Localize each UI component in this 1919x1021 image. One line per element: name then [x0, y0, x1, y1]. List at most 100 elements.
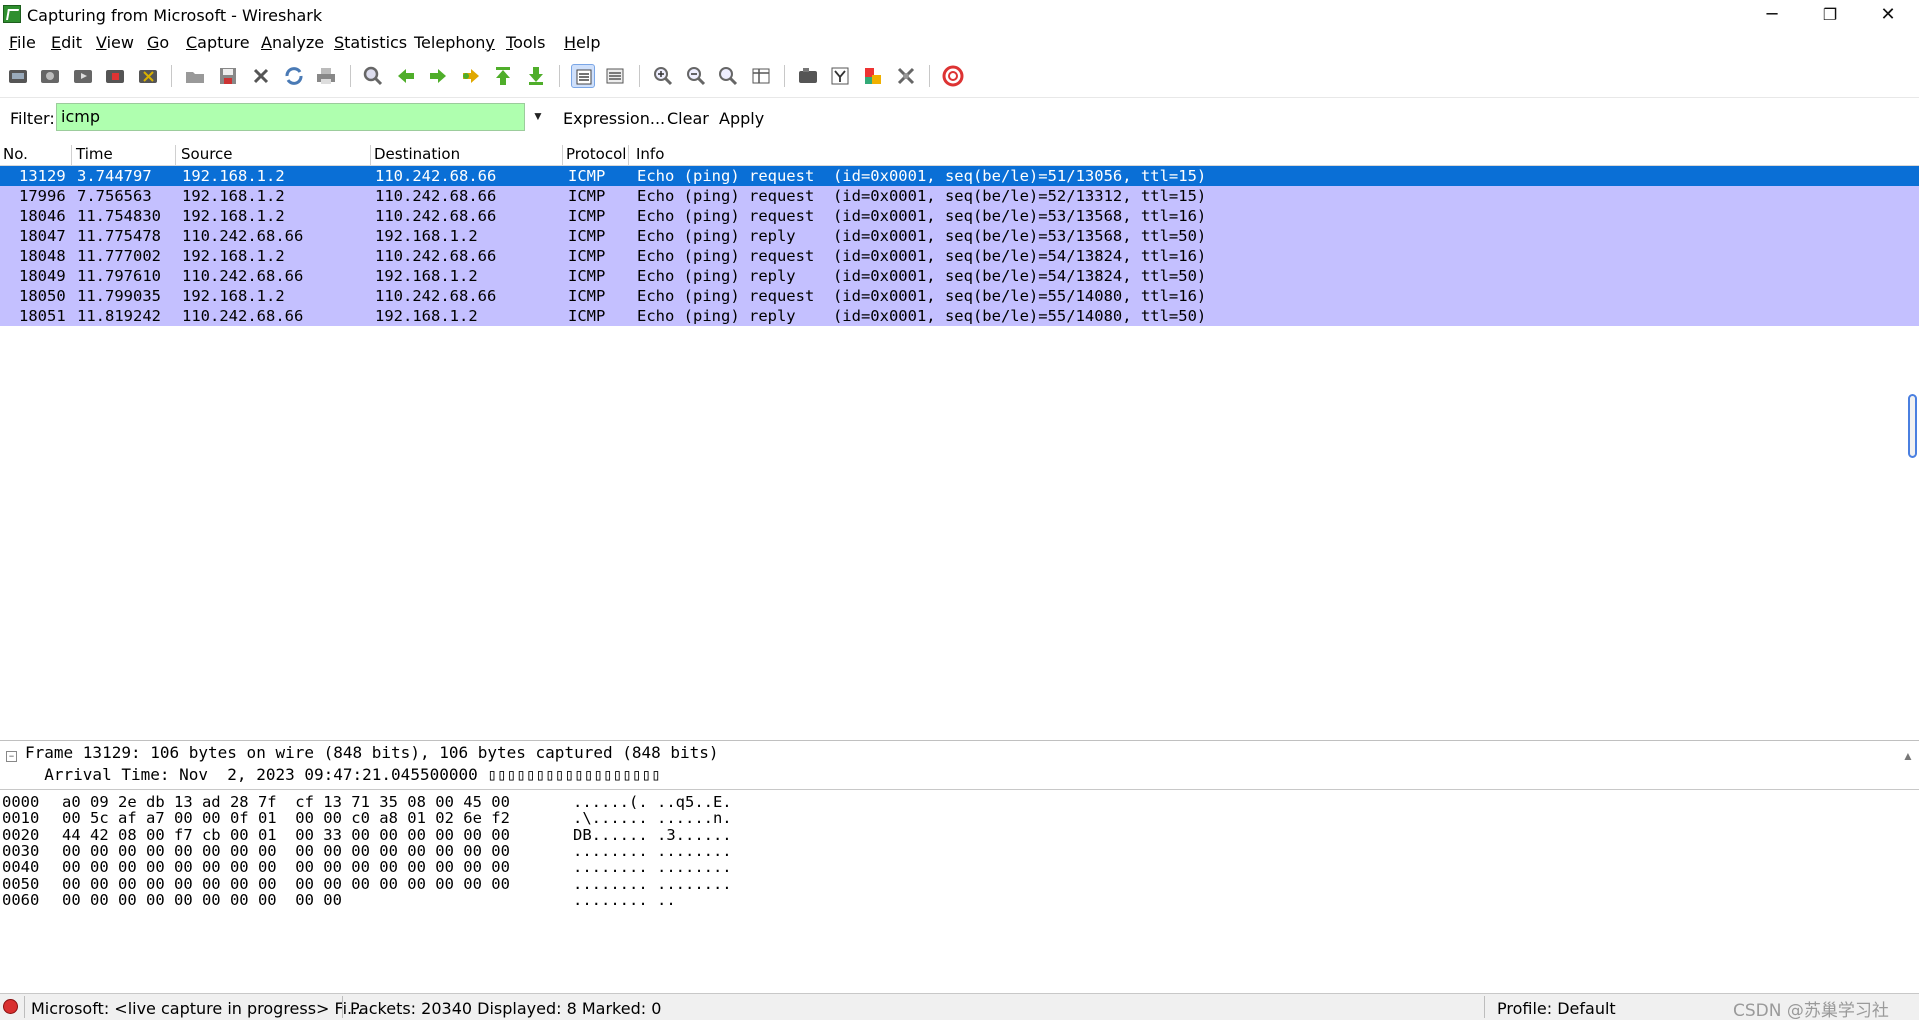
- minimize-button[interactable]: ─: [1743, 0, 1801, 29]
- menu-tools[interactable]: Tools: [506, 33, 545, 52]
- capture-filters-icon[interactable]: [796, 64, 820, 88]
- cell-destination: 110.242.68.66: [375, 287, 497, 305]
- status-divider: [342, 996, 343, 1018]
- expert-info-status-icon[interactable]: [3, 999, 18, 1014]
- packet-row[interactable]: 18051 11.819242 110.242.68.66 192.168.1.2 IC…: [0, 306, 1919, 326]
- column-header-no[interactable]: No.: [3, 145, 72, 165]
- hex-offset[interactable]: 0050: [2, 875, 39, 893]
- packet-row[interactable]: 18049 11.797610 110.242.68.66 192.168.1.2 IC…: [0, 266, 1919, 286]
- help-icon[interactable]: [941, 64, 965, 88]
- restart-capture-icon[interactable]: [136, 64, 160, 88]
- column-header-protocol[interactable]: Protocol: [566, 145, 629, 165]
- hex-offset[interactable]: 0030: [2, 842, 39, 860]
- hex-offset[interactable]: 0060: [2, 891, 39, 909]
- hex-bytes[interactable]: 44 42 08 00 f7 cb 00 01 00 33 00 00 00 0…: [62, 826, 510, 844]
- cell-info: Echo (ping) request (id=0x0001, seq(be/l…: [637, 247, 1207, 265]
- expression-button[interactable]: Expression...: [563, 109, 665, 128]
- colorize-icon[interactable]: [571, 64, 595, 88]
- hex-bytes[interactable]: 00 00 00 00 00 00 00 00 00 00 00 00 00 0…: [62, 875, 510, 893]
- column-header-info[interactable]: Info: [636, 145, 836, 165]
- interfaces-icon[interactable]: [6, 64, 30, 88]
- go-to-packet-icon[interactable]: [459, 64, 483, 88]
- zoom-in-icon[interactable]: [651, 64, 675, 88]
- packet-row[interactable]: 18048 11.777002 192.168.1.2 110.242.68.66 IC…: [0, 246, 1919, 266]
- cell-protocol: ICMP: [568, 247, 606, 265]
- packet-list[interactable]: 13129 3.744797 192.168.1.2 110.242.68.66 ICM…: [0, 166, 1919, 739]
- menu-view[interactable]: View: [96, 33, 134, 52]
- hex-offset[interactable]: 0040: [2, 858, 39, 876]
- packet-row[interactable]: 18047 11.775478 110.242.68.66 192.168.1.2 IC…: [0, 226, 1919, 246]
- packet-list-scrollbar[interactable]: [1908, 394, 1917, 458]
- scroll-up-arrow-icon[interactable]: ▲: [1902, 749, 1914, 763]
- column-header-destination[interactable]: Destination: [374, 145, 563, 165]
- menu-statistics[interactable]: Statistics: [334, 33, 407, 52]
- hex-ascii[interactable]: ........ ........: [573, 842, 732, 860]
- open-file-icon[interactable]: [183, 64, 207, 88]
- hex-bytes[interactable]: 00 00 00 00 00 00 00 00 00 00 00 00 00 0…: [62, 842, 510, 860]
- column-header-source[interactable]: Source: [181, 145, 371, 165]
- display-filter-input[interactable]: icmp: [56, 103, 525, 131]
- hex-bytes[interactable]: 00 5c af a7 00 00 0f 01 00 00 c0 a8 01 0…: [62, 809, 510, 827]
- packet-details-pane[interactable]: − Frame 13129: 106 bytes on wire (848 bi…: [0, 740, 1919, 786]
- menu-file[interactable]: File: [9, 33, 36, 52]
- profile-text[interactable]: Profile: Default: [1497, 999, 1616, 1018]
- apply-filter-button[interactable]: Apply: [719, 109, 764, 128]
- packet-row[interactable]: 13129 3.744797 192.168.1.2 110.242.68.66 ICM…: [0, 166, 1919, 186]
- cell-no: 18046: [19, 207, 66, 225]
- zoom-out-icon[interactable]: [684, 64, 708, 88]
- start-capture-icon[interactable]: [71, 64, 95, 88]
- packet-row[interactable]: 18046 11.754830 192.168.1.2 110.242.68.66 IC…: [0, 206, 1919, 226]
- hex-ascii[interactable]: ......(. ..q5..E.: [573, 793, 732, 811]
- normal-size-icon[interactable]: [716, 64, 740, 88]
- menu-go[interactable]: Go: [147, 33, 169, 52]
- packet-row[interactable]: 18050 11.799035 192.168.1.2 110.242.68.66 IC…: [0, 286, 1919, 306]
- toolbar-separator: [784, 65, 785, 87]
- hex-bytes[interactable]: 00 00 00 00 00 00 00 00 00 00 00 00 00 0…: [62, 858, 510, 876]
- preferences-icon[interactable]: [894, 64, 918, 88]
- hex-offset[interactable]: 0000: [2, 793, 39, 811]
- hex-offset[interactable]: 0010: [2, 809, 39, 827]
- go-back-icon[interactable]: [394, 64, 418, 88]
- hex-ascii[interactable]: .\...... ......n.: [573, 809, 732, 827]
- find-packet-icon[interactable]: [361, 64, 385, 88]
- menu-help[interactable]: Help: [564, 33, 600, 52]
- hex-ascii[interactable]: ........ ........: [573, 858, 732, 876]
- first-packet-icon[interactable]: [491, 64, 515, 88]
- menu-telephony[interactable]: Telephony: [414, 33, 495, 52]
- packet-row[interactable]: 17996 7.756563 192.168.1.2 110.242.68.66 ICM…: [0, 186, 1919, 206]
- hex-ascii[interactable]: ........ ........: [573, 875, 732, 893]
- hex-ascii[interactable]: ........ ..: [573, 891, 676, 909]
- collapse-tree-icon[interactable]: −: [6, 751, 17, 762]
- hex-bytes[interactable]: a0 09 2e db 13 ad 28 7f cf 13 71 35 08 0…: [62, 793, 510, 811]
- cell-protocol: ICMP: [568, 207, 606, 225]
- filter-dropdown-arrow-icon[interactable]: ▼: [532, 109, 544, 123]
- clear-filter-button[interactable]: Clear: [667, 109, 709, 128]
- print-icon[interactable]: [314, 64, 338, 88]
- coloring-rules-icon[interactable]: [861, 64, 885, 88]
- hex-ascii[interactable]: DB...... .3......: [573, 826, 732, 844]
- menu-analyze[interactable]: Analyze: [261, 33, 324, 52]
- hex-bytes[interactable]: 00 00 00 00 00 00 00 00 00 00: [62, 891, 342, 909]
- maximize-button[interactable]: ❐: [1801, 0, 1859, 29]
- display-filters-icon[interactable]: [828, 64, 852, 88]
- cell-protocol: ICMP: [568, 187, 606, 205]
- detail-frame-line[interactable]: Frame 13129: 106 bytes on wire (848 bits…: [25, 743, 719, 762]
- save-file-icon[interactable]: [216, 64, 240, 88]
- hex-offset[interactable]: 0020: [2, 826, 39, 844]
- reload-icon[interactable]: [282, 64, 306, 88]
- stop-capture-icon[interactable]: [103, 64, 127, 88]
- cell-protocol: ICMP: [568, 267, 606, 285]
- last-packet-icon[interactable]: [524, 64, 548, 88]
- options-icon[interactable]: [38, 64, 62, 88]
- close-file-icon[interactable]: [249, 64, 273, 88]
- packet-bytes-pane[interactable]: 0000 a0 09 2e db 13 ad 28 7f cf 13 71 35 …: [0, 789, 1919, 993]
- menu-edit[interactable]: Edit: [51, 33, 82, 52]
- column-header-time[interactable]: Time: [76, 145, 176, 165]
- detail-arrival-time-line[interactable]: Arrival Time: Nov 2, 2023 09:47:21.04550…: [25, 765, 661, 784]
- auto-scroll-icon[interactable]: [603, 64, 627, 88]
- menu-capture[interactable]: Capture: [186, 33, 250, 52]
- resize-columns-icon[interactable]: [749, 64, 773, 88]
- go-forward-icon[interactable]: [426, 64, 450, 88]
- close-button[interactable]: ✕: [1859, 0, 1917, 29]
- cell-destination: 110.242.68.66: [375, 167, 497, 185]
